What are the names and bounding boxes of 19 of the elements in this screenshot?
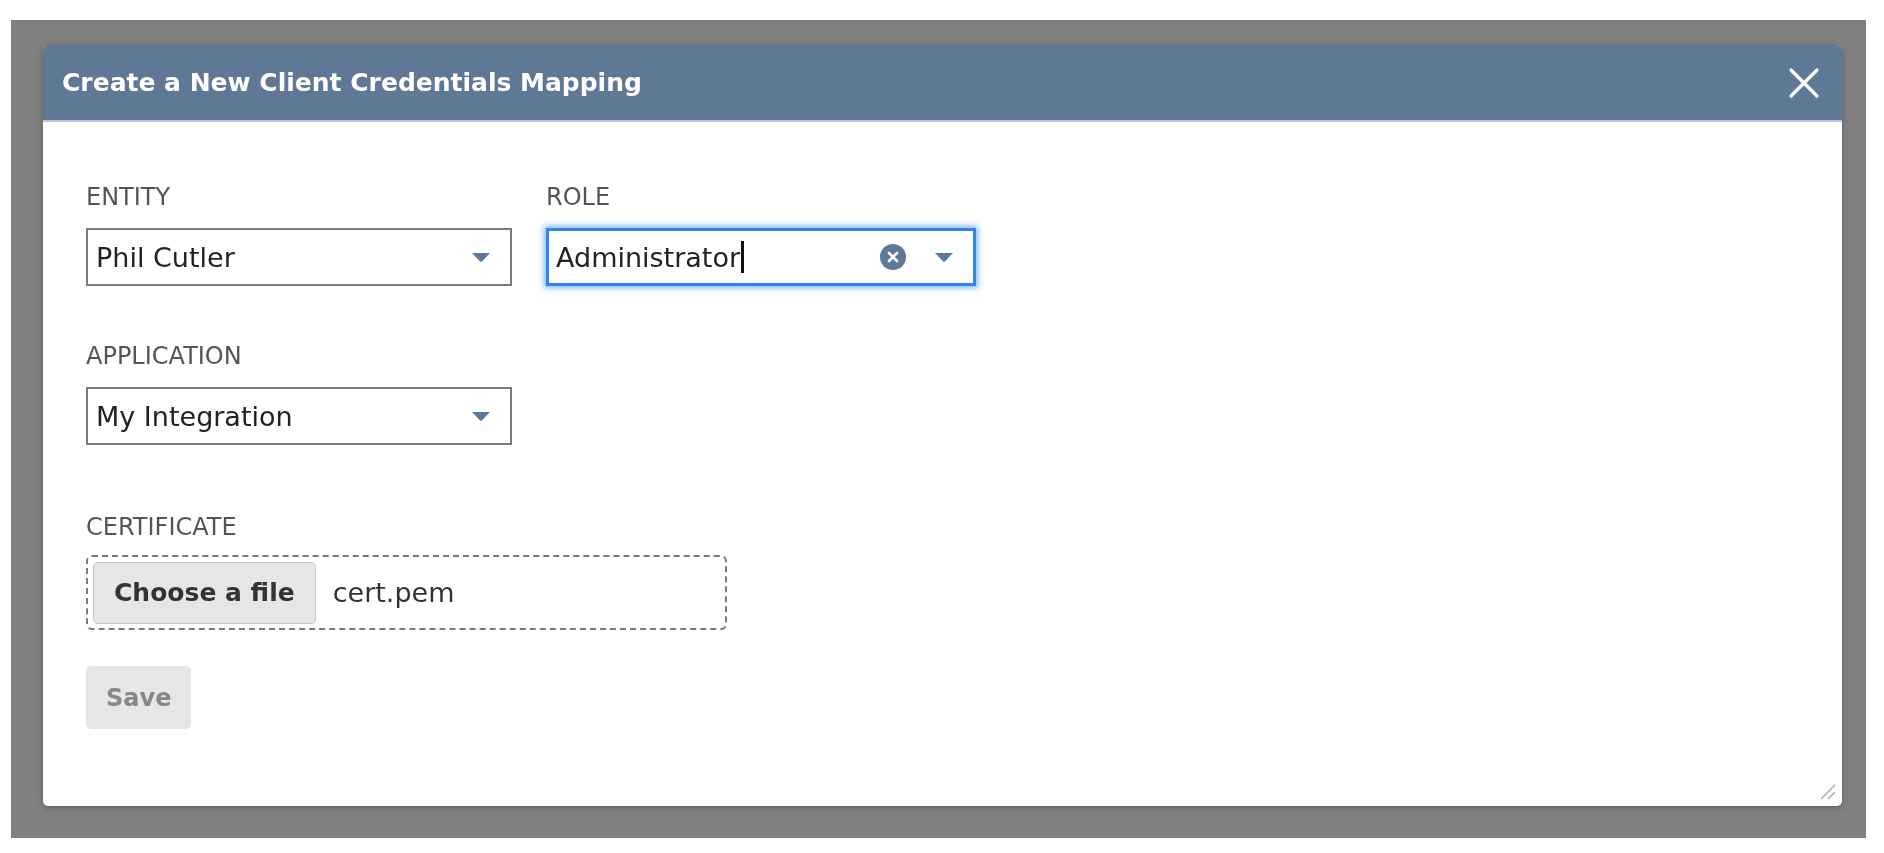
- dropdown-field[interactable]: Phil Cutler: [86, 228, 512, 286]
- caret-icon: [935, 252, 953, 262]
- dropdown-field[interactable]: My Integration: [86, 387, 512, 445]
- caret-icon: [472, 252, 490, 262]
- close-icon: [1788, 66, 1820, 99]
- field-label: ROLE: [546, 182, 611, 212]
- field-label: ENTITY: [86, 182, 171, 212]
- field-label: APPLICATION: [86, 341, 242, 371]
- caret-icon: [472, 411, 490, 421]
- clear-icon[interactable]: [880, 244, 906, 270]
- close-button[interactable]: [1788, 66, 1820, 99]
- resize-grip-icon[interactable]: [1820, 784, 1836, 800]
- file-name: cert.pem: [332, 577, 455, 608]
- field-label: CERTIFICATE: [86, 512, 237, 542]
- choose-file-button[interactable]: Choose a file: [93, 561, 316, 624]
- dialog-title: Create a New Client Credentials Mapping: [62, 68, 642, 97]
- file-input-field[interactable]: Choose a file cert.pem: [86, 555, 727, 630]
- dropdown-field[interactable]: Administrator: [546, 228, 976, 286]
- text-cursor: [741, 241, 745, 273]
